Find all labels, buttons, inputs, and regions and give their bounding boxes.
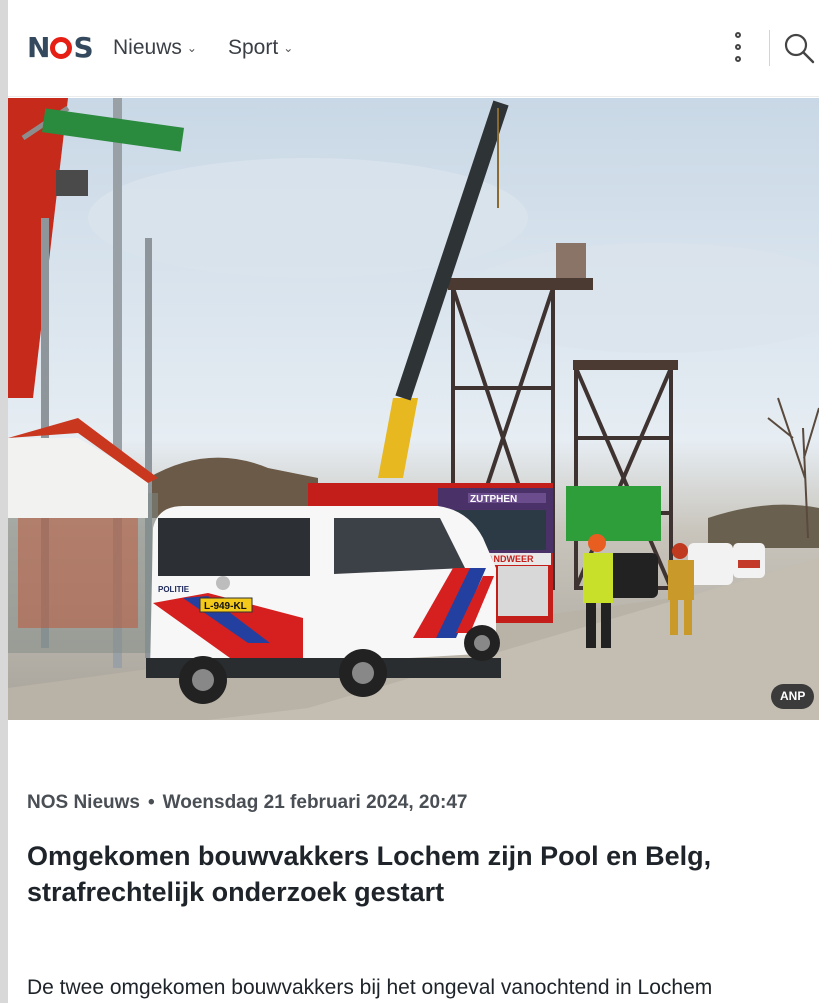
truck-banner-text: ZUTPHEN: [470, 494, 517, 505]
nav-nieuws-label: Nieuws: [113, 36, 182, 59]
search-icon[interactable]: [783, 32, 815, 64]
page: NS Nieuws ⌄ Sport ⌄ ZUTPHEN BRANDWEER PO…: [8, 0, 819, 1003]
police-label-text: POLITIE: [158, 585, 190, 594]
chevron-down-icon: ⌄: [283, 41, 294, 55]
hero-image: ZUTPHEN BRANDWEER POLITIE L-949-KL ANP: [8, 98, 819, 720]
article-date: Woensdag 21 februari 2024, 20:47: [162, 792, 468, 813]
image-credit-badge: ANP: [771, 684, 815, 709]
article-source: NOS Nieuws: [27, 792, 140, 813]
header-divider: [769, 30, 770, 66]
nos-logo[interactable]: NS: [27, 33, 94, 63]
nav-sport-label: Sport: [228, 36, 279, 59]
article-lead: De twee omgekomen bouwvakkers bij het on…: [27, 976, 713, 999]
chevron-down-icon: ⌄: [186, 41, 197, 55]
hero-photo: ZUTPHEN BRANDWEER POLITIE L-949-KL: [8, 98, 819, 720]
nav-sport[interactable]: Sport ⌄: [228, 36, 293, 60]
meta-separator: •: [147, 792, 155, 813]
site-header: NS Nieuws ⌄ Sport ⌄: [8, 0, 819, 97]
article-headline: Omgekomen bouwvakkers Lochem zijn Pool e…: [27, 841, 712, 907]
kebab-menu-icon[interactable]: [733, 32, 743, 62]
article-meta: NOS Nieuws • Woensdag 21 februari 2024, 20…: [27, 792, 468, 814]
nav-nieuws[interactable]: Nieuws ⌄: [113, 36, 197, 60]
license-plate-text: L-949-KL: [204, 601, 247, 612]
